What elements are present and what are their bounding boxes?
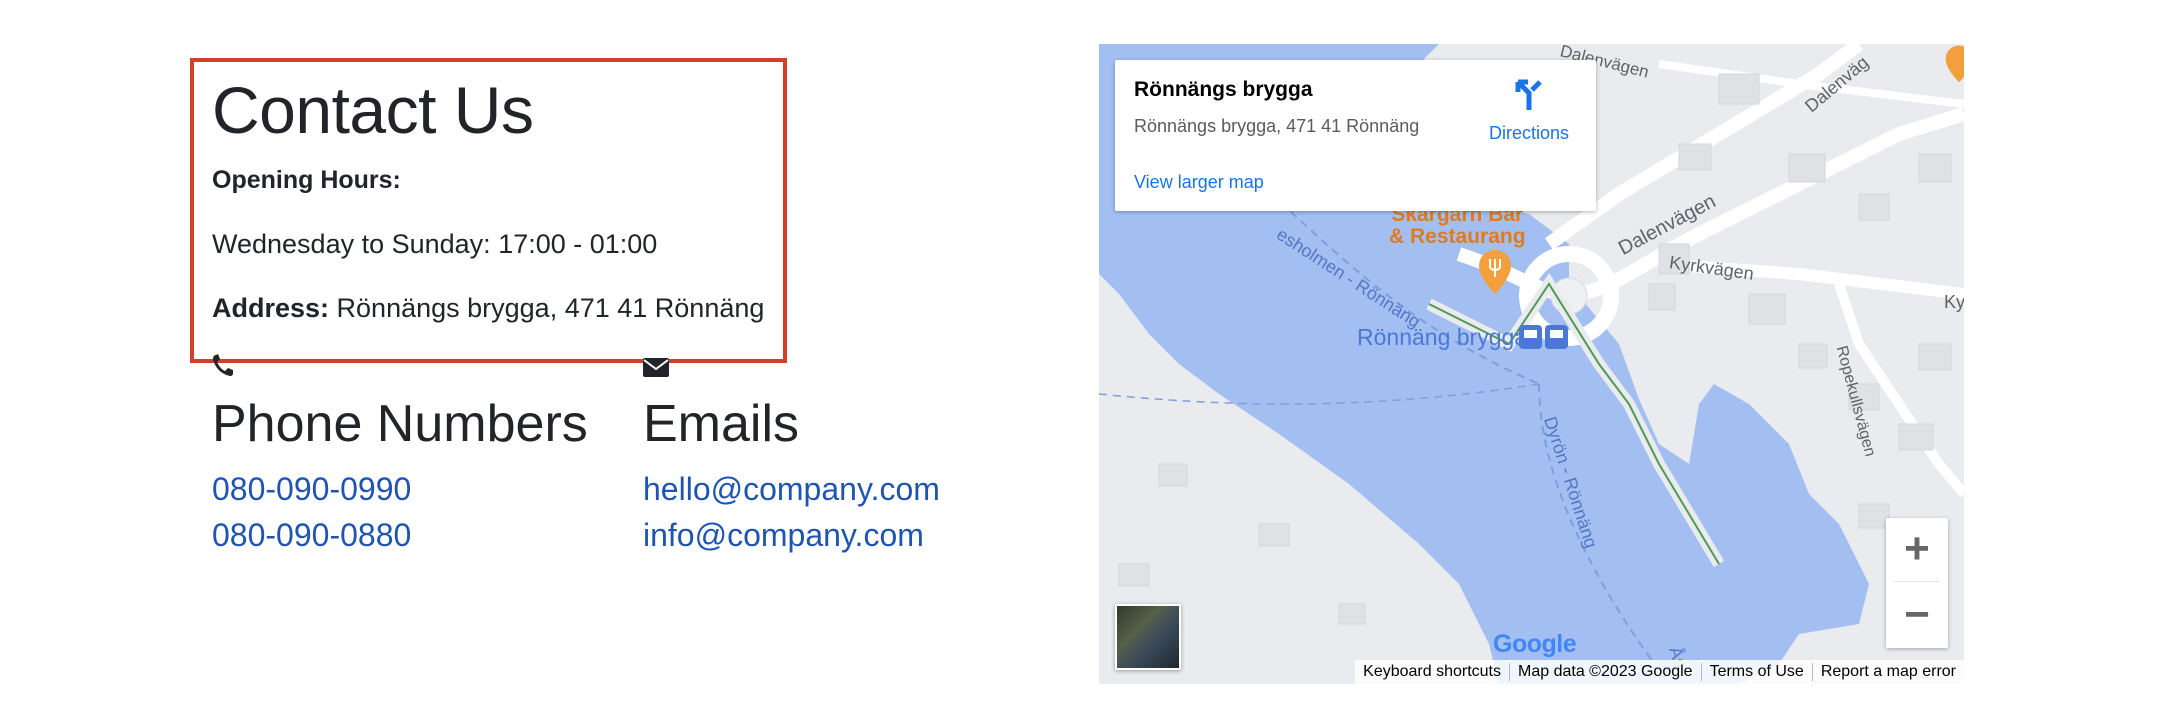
- directions-icon: [1512, 79, 1546, 116]
- google-logo: Google: [1493, 630, 1577, 658]
- phone-link-2[interactable]: 080-090-0880: [212, 515, 411, 555]
- emails-heading: Emails: [643, 395, 800, 453]
- address-value: Rönnängs brygga, 471 41 Rönnäng: [336, 293, 765, 323]
- street-label: Kyr: [1944, 292, 1964, 312]
- keyboard-shortcuts-link[interactable]: Keyboard shortcuts: [1355, 663, 1509, 681]
- place-info-card: Rönnängs brygga Rönnängs brygga, 471 41 …: [1115, 60, 1596, 211]
- phone-link-1[interactable]: 080-090-0990: [212, 469, 411, 509]
- email-link-1[interactable]: hello@company.com: [643, 469, 940, 509]
- place-address: Rönnängs brygga, 471 41 Rönnäng: [1134, 116, 1420, 136]
- zoom-divider: [1894, 581, 1940, 582]
- restaurant-name-line2: & Restaurang: [1389, 225, 1526, 248]
- map-embed[interactable]: Dalenvägen Dalenväg Dalenvägen Kyrkvägen…: [1099, 44, 1964, 684]
- attribution-bar: Keyboard shortcuts Map data ©2023 Google…: [1355, 660, 1964, 684]
- directions-label: Directions: [1488, 123, 1570, 143]
- restaurant-pin-icon[interactable]: [1477, 250, 1513, 299]
- terms-link[interactable]: Terms of Use: [1700, 663, 1812, 681]
- place-name: Rönnängs brygga: [1134, 78, 1313, 101]
- zoom-in-button[interactable]: +: [1886, 518, 1948, 580]
- address-label: Address:: [212, 293, 330, 323]
- restaurant-pin-icon[interactable]: [1944, 44, 1964, 89]
- map-data-text: Map data ©2023 Google: [1509, 663, 1701, 681]
- address: Address: Rönnängs brygga, 471 41 Rönnäng: [212, 291, 764, 325]
- report-error-link[interactable]: Report a map error: [1811, 663, 1964, 681]
- email-link-2[interactable]: info@company.com: [643, 515, 924, 555]
- envelope-icon: [643, 358, 669, 382]
- view-larger-map-link[interactable]: View larger map: [1134, 172, 1264, 193]
- satellite-toggle[interactable]: [1115, 604, 1181, 670]
- zoom-controls: + −: [1886, 518, 1948, 648]
- bus-icon: [1519, 325, 1569, 354]
- zoom-out-button[interactable]: −: [1886, 584, 1948, 646]
- directions-button[interactable]: Directions: [1479, 78, 1579, 144]
- opening-hours-text: Wednesday to Sunday: 17:00 - 01:00: [212, 229, 658, 259]
- page-title: Contact Us: [212, 73, 534, 147]
- phone-numbers-heading: Phone Numbers: [212, 395, 588, 453]
- phone-icon: [212, 353, 234, 382]
- transit-stop-label[interactable]: Rönnäng brygga: [1357, 324, 1527, 351]
- opening-hours-label: Opening Hours:: [212, 166, 401, 194]
